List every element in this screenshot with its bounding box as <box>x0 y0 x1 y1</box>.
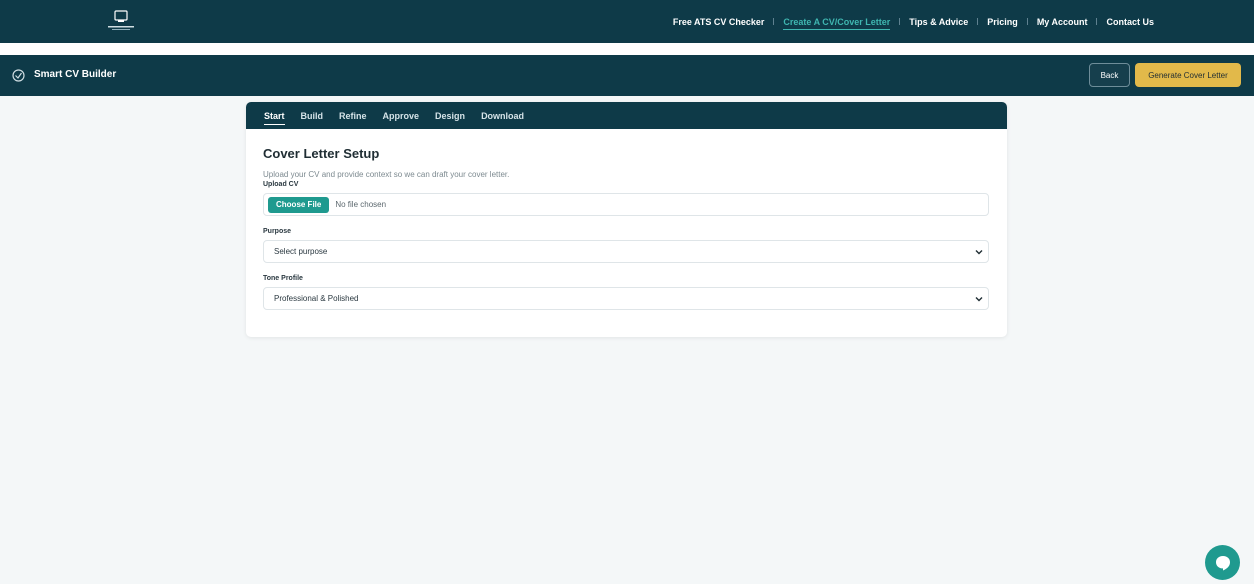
top-navigation: Free ATS CV Checker Create A CV/Cover Le… <box>0 0 1254 43</box>
back-button[interactable]: Back <box>1089 63 1130 87</box>
generate-cover-letter-button[interactable]: Generate Cover Letter <box>1135 63 1241 87</box>
nav-divider <box>977 18 979 25</box>
tone-profile-select[interactable]: Professional & Polished <box>263 287 989 310</box>
upload-cv-input[interactable]: Choose File No file chosen <box>263 193 989 216</box>
purpose-value: Select purpose <box>274 247 328 256</box>
app-bar: Smart CV Builder Back Generate Cover Let… <box>0 55 1254 96</box>
tab-refine[interactable]: Refine <box>339 102 367 129</box>
cover-letter-card: Start Build Refine Approve Design Downlo… <box>246 102 1007 337</box>
upload-cv-label: Upload CV <box>263 181 299 188</box>
nav-divider <box>1096 18 1098 25</box>
file-status-text: No file chosen <box>335 200 387 209</box>
setup-title: Cover Letter Setup <box>263 146 380 161</box>
nav-links: Free ATS CV Checker Create A CV/Cover Le… <box>673 0 1154 43</box>
app-title: Smart CV Builder <box>34 69 117 80</box>
setup-description: Upload your CV and provide context so we… <box>263 170 510 179</box>
nav-divider <box>1026 18 1028 25</box>
purpose-select[interactable]: Select purpose <box>263 240 989 263</box>
purpose-label: Purpose <box>263 228 292 235</box>
header-spacer <box>0 43 1254 55</box>
tab-download[interactable]: Download <box>481 102 524 129</box>
chevron-down-icon <box>975 250 983 255</box>
chat-icon <box>1215 555 1230 570</box>
tab-start[interactable]: Start <box>264 102 285 129</box>
nav-link-create-cv[interactable]: Create A CV/Cover Letter <box>783 17 891 30</box>
logo-icon[interactable] <box>106 9 136 33</box>
chevron-down-icon <box>975 297 983 302</box>
step-tabs: Start Build Refine Approve Design Downlo… <box>246 102 1007 129</box>
tab-build[interactable]: Build <box>301 102 324 129</box>
nav-divider <box>773 18 775 25</box>
nav-link-pricing[interactable]: Pricing <box>987 17 1018 27</box>
tab-approve[interactable]: Approve <box>383 102 420 129</box>
nav-link-contact[interactable]: Contact Us <box>1106 17 1154 27</box>
tone-profile-value: Professional & Polished <box>274 294 359 303</box>
chat-widget-button[interactable] <box>1205 545 1240 580</box>
tone-profile-label: Tone Profile <box>263 275 303 282</box>
choose-file-button[interactable]: Choose File <box>268 196 330 213</box>
nav-link-tips[interactable]: Tips & Advice <box>909 17 968 27</box>
tab-design[interactable]: Design <box>435 102 465 129</box>
nav-divider <box>899 18 901 25</box>
nav-link-ats-checker[interactable]: Free ATS CV Checker <box>673 17 765 27</box>
nav-link-my-account[interactable]: My Account <box>1037 17 1088 27</box>
app-icon <box>12 69 25 82</box>
